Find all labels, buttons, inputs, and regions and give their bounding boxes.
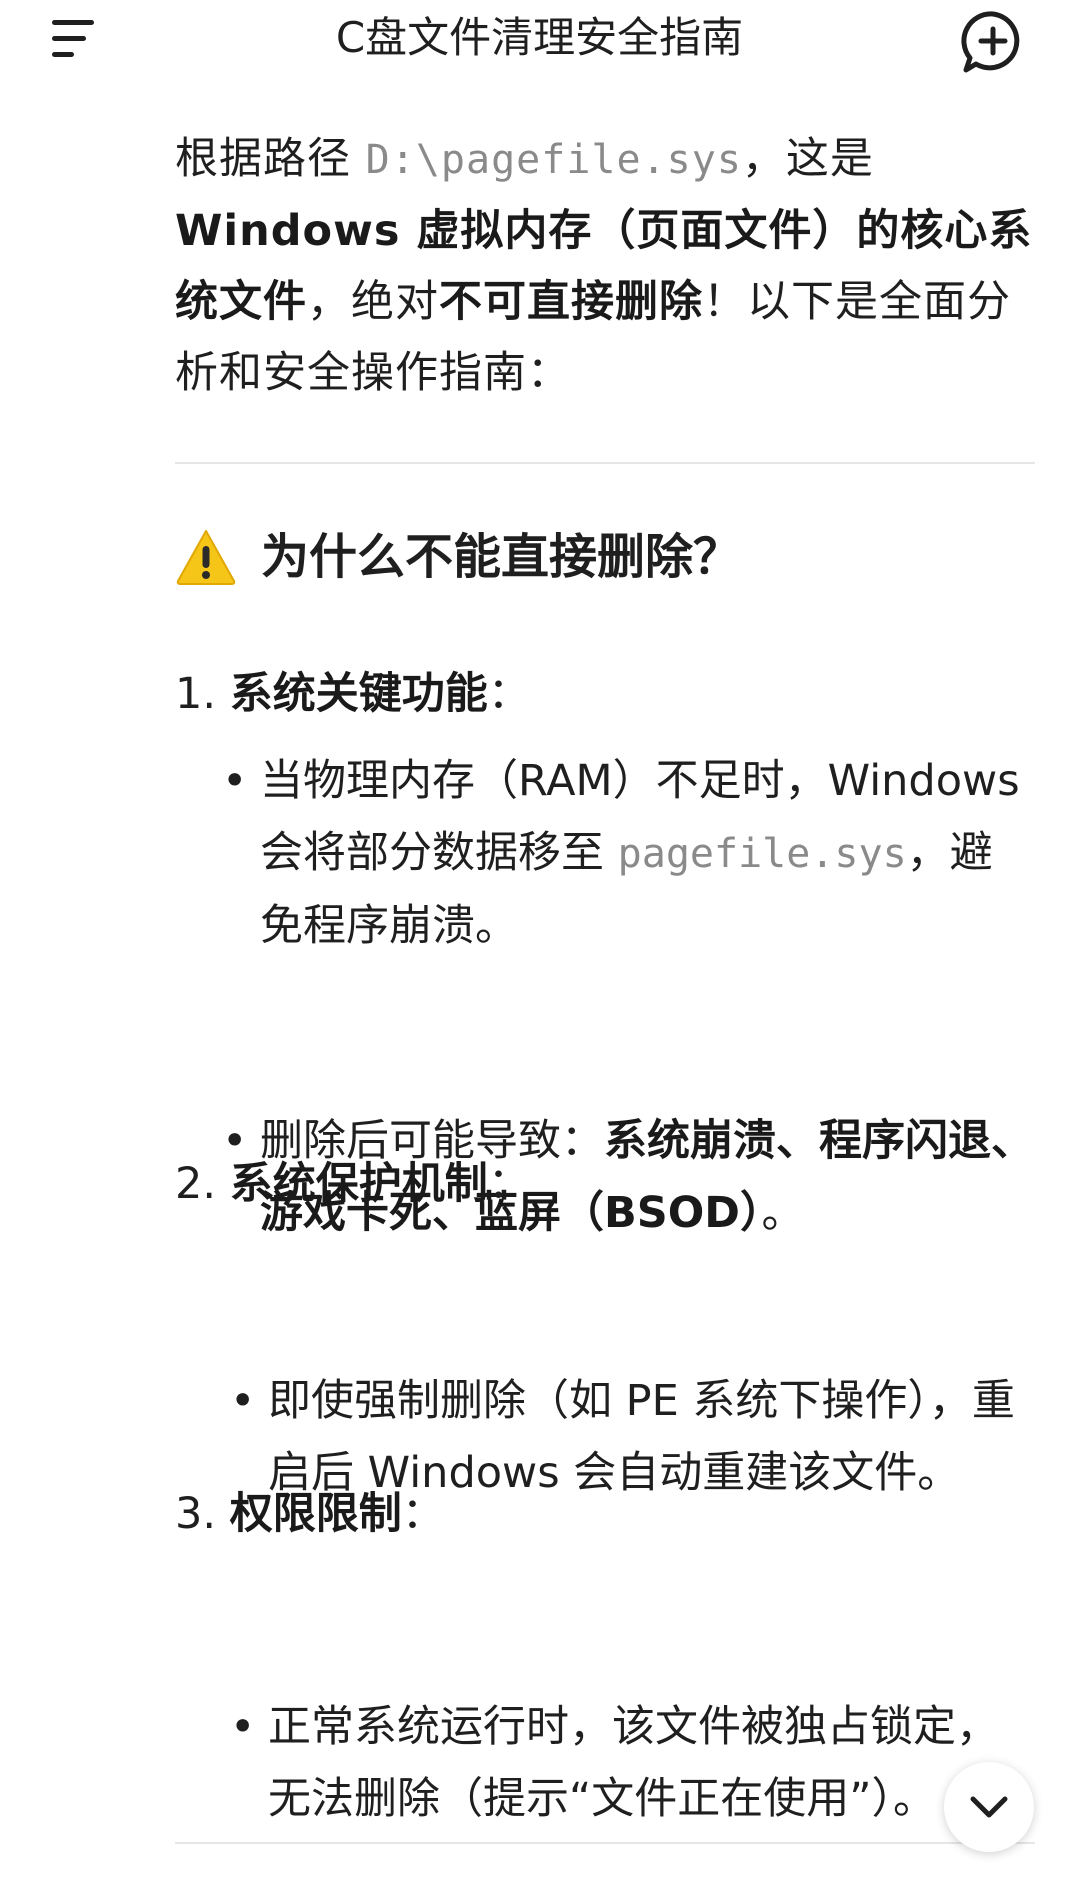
- warning-icon: [176, 530, 236, 585]
- list-item-2: 2. 系统保护机制：: [175, 1149, 531, 1219]
- divider: [175, 462, 1035, 464]
- bullet-code: pagefile.sys: [617, 831, 907, 877]
- list-item-colon: ：: [487, 669, 531, 719]
- intro-prefix: 根据路径: [175, 134, 366, 184]
- intro-after-path: ，这是: [741, 134, 874, 184]
- section-heading: 为什么不能直接删除？: [175, 522, 741, 592]
- new-chat-icon[interactable]: [960, 8, 1026, 74]
- section-heading-text: 为什么不能直接删除？: [261, 529, 742, 585]
- intro-paragraph: 根据路径 D:\pagefile.sys，这是 Windows 虚拟内存（页面文…: [175, 124, 1040, 409]
- bullet-text-end: 。: [761, 1188, 805, 1238]
- list-item-3: 3. 权限限制：: [175, 1479, 445, 1549]
- intro-middle: ，绝对: [307, 277, 439, 327]
- page-title: C盘文件清理安全指南: [335, 13, 744, 62]
- list-item-title: 权限限制: [229, 1489, 402, 1539]
- list-item-title: 系统关键功能: [229, 669, 488, 719]
- bullet-text: 正常系统运行时，该文件被独占锁定，无法删除（提示“文件正在使用”）。: [268, 1702, 999, 1824]
- list-item-colon: ：: [487, 1159, 531, 1209]
- list-item-1: 1. 系统关键功能：: [175, 659, 531, 729]
- bullet-item: • 正常系统运行时，该文件被独占锁定，无法删除（提示“文件正在使用”）。: [230, 1691, 1038, 1835]
- scroll-to-bottom-button[interactable]: [944, 1762, 1034, 1852]
- top-bar: C盘文件清理安全指南: [0, 0, 1079, 80]
- list-item-title: 系统保护机制: [229, 1159, 488, 1209]
- menu-icon[interactable]: [52, 18, 108, 58]
- list-number: 2.: [175, 1159, 217, 1209]
- list-number: 1.: [175, 669, 217, 719]
- chevron-down-icon: [970, 1796, 1008, 1818]
- intro-path-code: D:\pagefile.sys: [365, 137, 742, 183]
- bullet-dot: •: [230, 1702, 256, 1752]
- intro-bold-2: 不可直接删除: [439, 277, 703, 327]
- bullet-item: • 当物理内存（RAM）不足时，Windows 会将部分数据移至 pagefil…: [222, 745, 1020, 962]
- list-item-colon: ：: [401, 1489, 445, 1539]
- bullet-dot: •: [230, 1376, 256, 1426]
- list-number: 3.: [175, 1489, 217, 1539]
- divider: [175, 1842, 1035, 1844]
- bullet-dot: •: [222, 756, 248, 806]
- message-content: 根据路径 D:\pagefile.sys，这是 Windows 虚拟内存（页面文…: [175, 124, 1040, 1844]
